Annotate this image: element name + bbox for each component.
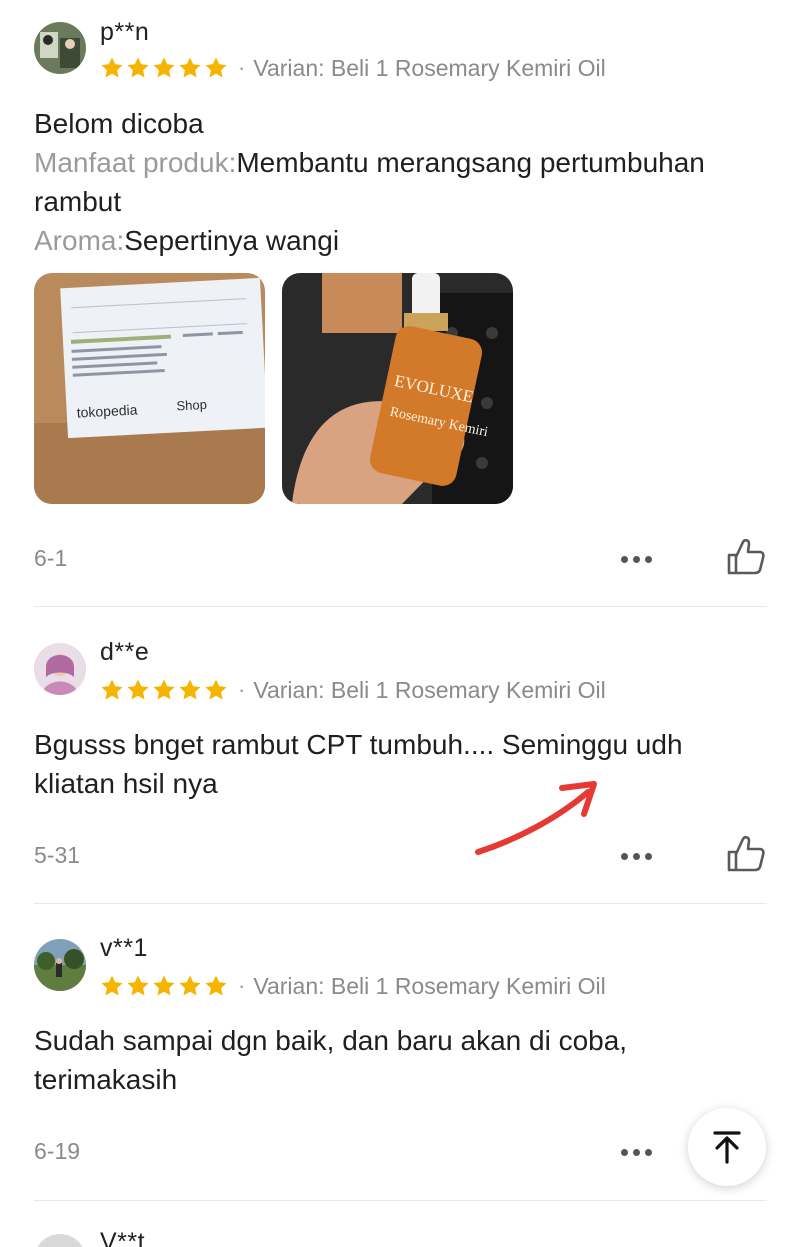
review-item: d**e · Varian: Beli 1 Rosemary Kemiri Oi… xyxy=(34,638,767,888)
more-dots-icon[interactable] xyxy=(614,834,658,878)
dot xyxy=(620,555,628,563)
detail-key: Manfaat produk: xyxy=(34,147,237,178)
variant-label: Varian: xyxy=(253,54,325,81)
reviewer-name: V**t xyxy=(100,1228,146,1247)
reviewer-name: p**n xyxy=(100,18,150,46)
dot xyxy=(644,1148,652,1156)
star-icon xyxy=(179,57,201,78)
avatar[interactable] xyxy=(34,643,86,695)
review-date: 5-31 xyxy=(34,842,81,868)
review-photo-product[interactable]: EVOLUXE Rosemary Kemiri xyxy=(282,273,513,504)
variant-info: Varian: Beli 1 Rosemary Kemiri Oil xyxy=(253,973,605,1000)
star-icon xyxy=(179,975,201,996)
review-photos: tokopedia Shop EVOLUXE Rosemary Kemiri xyxy=(34,273,513,504)
star-icon xyxy=(205,975,227,996)
dot xyxy=(632,1148,640,1156)
dot xyxy=(644,852,652,860)
detail-key: Aroma: xyxy=(34,225,125,256)
rating-row: · Varian: Beli 1 Rosemary Kemiri Oil xyxy=(100,971,606,1001)
separator-dot: · xyxy=(238,677,246,702)
review-item: v**1 · Varian: Beli 1 Rosemary Kemiri Oi… xyxy=(34,934,767,1184)
review-footer: 6-19 xyxy=(34,1130,767,1174)
review-divider xyxy=(34,903,767,904)
variant-info: Varian: Beli 1 Rosemary Kemiri Oil xyxy=(253,677,605,704)
more-dots-icon[interactable] xyxy=(614,537,658,581)
scroll-to-top-button[interactable] xyxy=(688,1108,766,1186)
avatar[interactable] xyxy=(34,22,86,74)
variant-value: Beli 1 Rosemary Kemiri Oil xyxy=(330,676,606,703)
review-footer: 5-31 xyxy=(34,834,767,878)
rating-row: · Varian: Beli 1 Rosemary Kemiri Oil xyxy=(100,675,606,705)
review-detail-aroma: Aroma:Sepertinya wangi xyxy=(34,221,767,260)
thumbs-up-icon[interactable] xyxy=(724,535,768,579)
star-icon xyxy=(153,57,175,78)
review-main-text: Belom dicoba xyxy=(34,108,204,139)
arrow-up-to-top-icon xyxy=(713,1131,741,1164)
variant-value: Beli 1 Rosemary Kemiri Oil xyxy=(330,972,606,999)
dot xyxy=(644,555,652,563)
label-shop-text: Shop xyxy=(176,397,207,414)
dot xyxy=(620,852,628,860)
review-item: p**n · Varian: Beli 1 Rosemary Kemiri Oi… xyxy=(34,16,767,596)
star-icon xyxy=(101,57,123,78)
review-text: Bgusss bnget rambut CPT tumbuh.... Semin… xyxy=(34,729,683,799)
thumbs-up-icon[interactable] xyxy=(724,832,768,876)
dot xyxy=(632,555,640,563)
star-rating xyxy=(100,56,228,80)
variant-info: Varian: Beli 1 Rosemary Kemiri Oil xyxy=(253,55,605,82)
review-text: Sudah sampai dgn baik, dan baru akan di … xyxy=(34,1025,628,1095)
avatar[interactable] xyxy=(34,1234,86,1247)
reviewer-name: d**e xyxy=(100,638,150,666)
star-icon xyxy=(153,679,175,700)
dot xyxy=(620,1148,628,1156)
review-date: 6-1 xyxy=(34,545,68,571)
star-rating xyxy=(100,678,228,702)
star-rating xyxy=(100,974,228,998)
star-icon xyxy=(127,57,149,78)
review-detail-benefit: Manfaat produk:Membantu merangsang pertu… xyxy=(34,143,767,221)
star-icon xyxy=(127,975,149,996)
review-divider xyxy=(34,606,767,607)
star-icon xyxy=(153,975,175,996)
review-item: V**t xyxy=(34,1228,767,1247)
reviewer-name: v**1 xyxy=(100,934,148,962)
variant-label: Varian: xyxy=(253,676,325,703)
review-footer: 6-1 xyxy=(34,537,767,581)
star-icon xyxy=(179,679,201,700)
separator-dot: · xyxy=(238,55,246,80)
label-brand-text: tokopedia xyxy=(76,401,138,420)
detail-value: Sepertinya wangi xyxy=(124,225,340,256)
dot xyxy=(632,852,640,860)
rating-row: · Varian: Beli 1 Rosemary Kemiri Oil xyxy=(100,53,606,83)
star-icon xyxy=(205,57,227,78)
review-text: Belom dicoba Manfaat produk:Membantu mer… xyxy=(34,104,767,260)
review-date: 6-19 xyxy=(34,1138,81,1164)
variant-value: Beli 1 Rosemary Kemiri Oil xyxy=(330,54,606,81)
avatar[interactable] xyxy=(34,939,86,991)
star-icon xyxy=(127,679,149,700)
review-divider xyxy=(34,1200,767,1201)
star-icon xyxy=(101,679,123,700)
more-dots-icon[interactable] xyxy=(614,1130,658,1174)
variant-label: Varian: xyxy=(253,972,325,999)
separator-dot: · xyxy=(238,973,246,998)
star-icon xyxy=(101,975,123,996)
review-photo-package[interactable]: tokopedia Shop xyxy=(34,273,265,504)
star-icon xyxy=(205,679,227,700)
